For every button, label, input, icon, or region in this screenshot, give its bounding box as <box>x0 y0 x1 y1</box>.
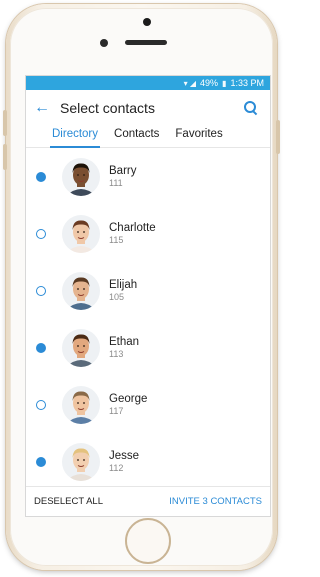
contact-name: Charlotte <box>109 222 156 234</box>
action-bar: DESELECT ALL INVITE 3 CONTACTS <box>26 486 270 516</box>
camera-dot <box>143 18 151 26</box>
contact-name: George <box>109 393 148 405</box>
radio-unselected-icon[interactable] <box>36 399 46 410</box>
radio-selected-icon[interactable] <box>36 171 46 182</box>
avatar <box>62 271 100 310</box>
contact-name: Jesse <box>109 450 140 462</box>
contact-row[interactable]: Elijah 105 <box>26 262 270 319</box>
app-screen: ▾ ◢ 49% ▮ 1:33 PM ← Select contacts Dire… <box>26 76 270 516</box>
front-camera <box>100 39 108 47</box>
volume-button <box>3 144 7 170</box>
earpiece-speaker <box>125 40 167 45</box>
arrow-left-icon[interactable]: ← <box>34 99 54 117</box>
contact-row[interactable]: Jesse 112 <box>26 433 270 490</box>
radio-unselected-icon[interactable] <box>36 228 46 239</box>
contact-extension: 111 <box>109 178 123 188</box>
contact-info: Barry 111 <box>109 165 136 188</box>
radio-selected-icon[interactable] <box>36 342 46 353</box>
contact-info: Elijah 105 <box>109 279 137 302</box>
contact-info: George 117 <box>109 393 147 416</box>
clock: 1:33 PM <box>230 78 264 88</box>
invite-contacts-button[interactable]: INVITE 3 CONTACTS <box>169 496 262 507</box>
contact-info: Ethan 113 <box>109 336 139 359</box>
avatar <box>62 442 100 481</box>
tab-contacts[interactable]: Contacts <box>112 126 161 147</box>
contact-name: Barry <box>109 165 137 177</box>
contact-info: Charlotte 115 <box>109 222 156 245</box>
avatar <box>62 328 100 367</box>
deselect-all-button[interactable]: DESELECT ALL <box>34 496 103 507</box>
contact-extension: 113 <box>109 349 124 359</box>
home-button <box>125 518 171 564</box>
avatar <box>62 214 100 253</box>
avatar <box>62 385 100 424</box>
battery-icon: ▮ <box>222 78 227 88</box>
volume-button <box>3 110 7 136</box>
avatar <box>62 157 100 196</box>
app-bar: ← Select contacts <box>26 90 270 126</box>
battery-level: 49% <box>200 78 219 88</box>
page-title: Select contacts <box>60 100 155 116</box>
tab-bar: Directory Contacts Favorites <box>26 126 270 148</box>
contact-row[interactable]: George 117 <box>26 376 270 433</box>
contact-row[interactable]: Ethan 113 <box>26 319 270 376</box>
contact-extension: 115 <box>109 235 124 245</box>
radio-selected-icon[interactable] <box>36 456 46 467</box>
power-button <box>276 120 280 154</box>
status-bar: ▾ ◢ 49% ▮ 1:33 PM <box>26 76 270 90</box>
contact-extension: 117 <box>109 406 124 416</box>
tab-directory[interactable]: Directory <box>50 126 101 148</box>
contact-row[interactable]: Charlotte 115 <box>26 205 270 262</box>
contact-list: Barry 111 Charlotte 115 Elijah 105 Ethan 113 Geo… <box>26 148 270 490</box>
radio-unselected-icon[interactable] <box>36 285 46 296</box>
contact-extension: 105 <box>109 292 125 302</box>
contact-row[interactable]: Barry 111 <box>26 148 270 205</box>
tab-favorites[interactable]: Favorites <box>173 126 224 147</box>
contact-extension: 112 <box>109 463 124 473</box>
contact-name: Elijah <box>109 279 138 291</box>
wifi-signal-icon: ▾ ◢ <box>183 78 197 88</box>
contact-name: Ethan <box>109 336 140 348</box>
search-icon[interactable] <box>244 101 258 115</box>
contact-info: Jesse 112 <box>109 450 139 473</box>
